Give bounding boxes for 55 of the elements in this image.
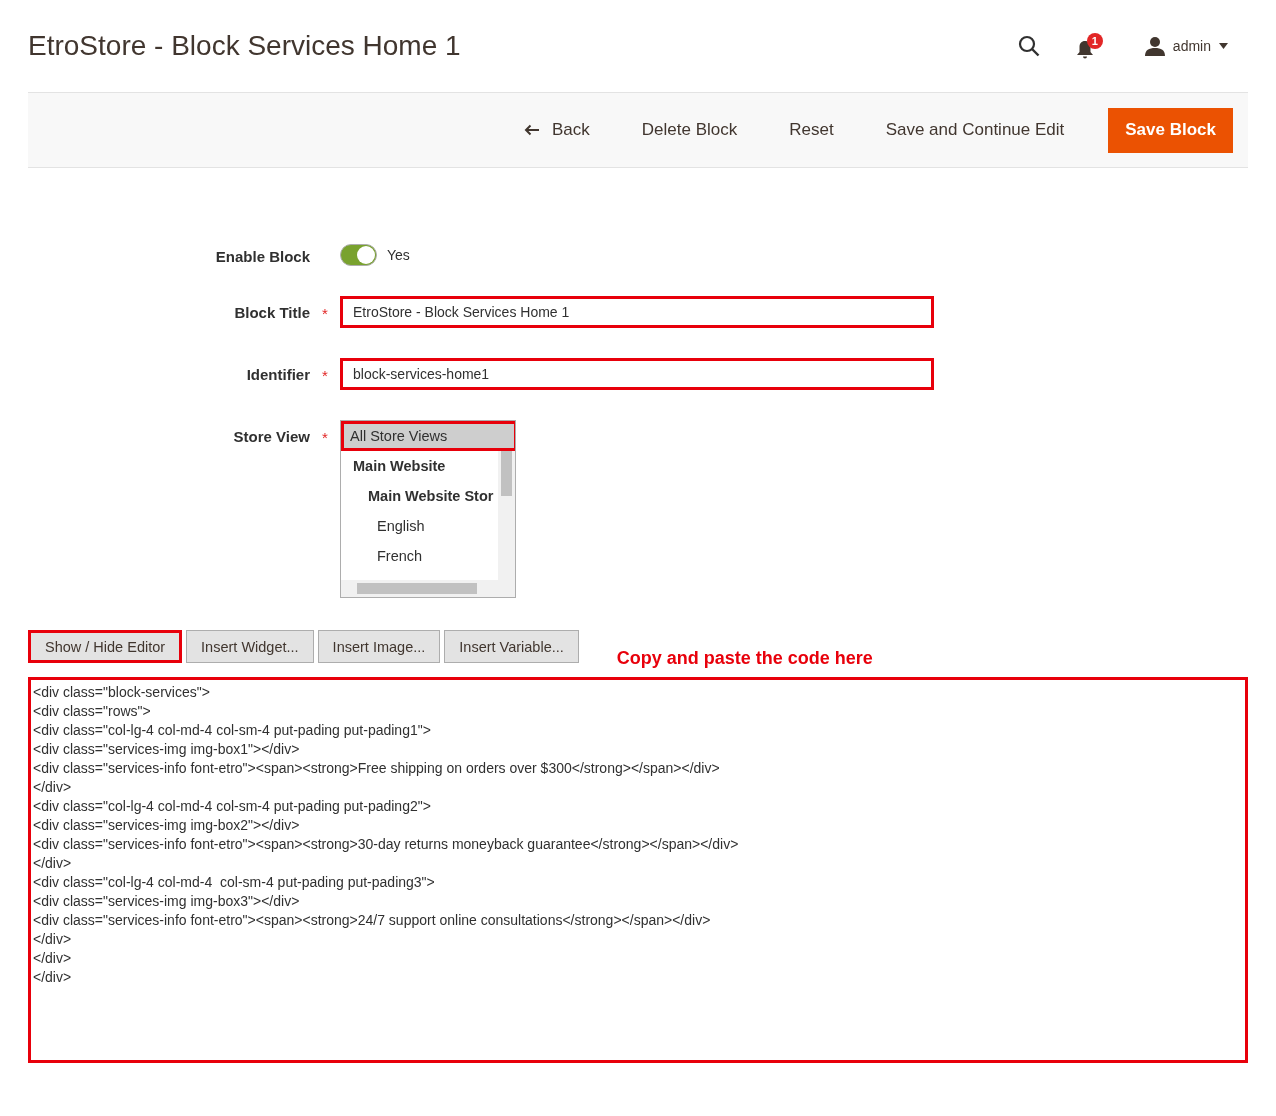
notification-count: 1 <box>1086 32 1103 49</box>
search-icon[interactable] <box>1017 35 1040 57</box>
code-line: <div class="col-lg-4 col-md-4 col-sm-4 put-pading put-pading3"> <box>33 873 436 892</box>
code-line: </div> <box>33 949 73 968</box>
notifications-button[interactable]: 1 <box>1075 32 1103 60</box>
editor-button[interactable]: Insert Variable... <box>444 630 579 663</box>
code-line: <div class="services-info font-etro"><span><strong>Free shipping on orders over $300</strong></span></div> <box>33 759 721 778</box>
action-button[interactable]: Save and Continue Edit <box>863 107 1087 153</box>
content-editor[interactable] <box>28 677 1248 1063</box>
code-line: </div> <box>33 778 73 797</box>
code-line: <div class="rows"> <box>33 702 152 721</box>
action-button[interactable]: Delete Block <box>619 107 760 153</box>
code-line: <div class="services-info font-etro"><span><strong>30-day returns moneyback guarantee</strong></span></div> <box>33 835 740 854</box>
store-view-option[interactable]: All Store Views <box>341 421 515 451</box>
code-line: <div class="services-img img-box2"></div> <box>33 816 301 835</box>
required-mark: * <box>321 428 329 446</box>
user-menu[interactable]: admin <box>1138 35 1234 57</box>
code-line: <div class="services-img img-box3"></div> <box>33 892 301 911</box>
code-line: </div> <box>33 854 73 873</box>
required-mark: * <box>321 304 329 322</box>
code-line: <div class="col-lg-4 col-md-4 col-sm-4 put-pading put-pading2"> <box>33 797 432 816</box>
code-line: <div class="services-info font-etro"><span><strong>24/7 support online consultations</strong></span></div> <box>33 911 712 930</box>
code-line: </div> <box>33 930 73 949</box>
toggle-value: Yes <box>387 247 410 263</box>
field-label: Identifier <box>245 365 310 383</box>
annotation-text: Copy and paste the code here <box>616 648 873 669</box>
editor-button[interactable]: Insert Image... <box>317 630 441 663</box>
required-mark: * <box>321 366 329 384</box>
field-label: Block Title <box>233 303 310 321</box>
scrollbar-thumb[interactable] <box>357 583 477 594</box>
caret-icon <box>1219 43 1228 49</box>
store-view-option[interactable]: English <box>341 511 499 541</box>
code-line: <div class="col-lg-4 col-md-4 col-sm-4 put-pading put-pading1"> <box>33 721 432 740</box>
arrow-left-icon <box>524 124 540 136</box>
back-button[interactable]: Back <box>502 107 612 153</box>
store-view-option[interactable]: Main Website Stor <box>341 481 499 511</box>
store-view-list[interactable]: All Store Views Main Website Main Website Stor English French <box>340 420 516 598</box>
block-title-field[interactable]: EtroStore - Block Services Home 1 <box>340 296 934 328</box>
identifier-field[interactable]: block-services-home1 <box>340 358 934 390</box>
editor-button[interactable]: Show / Hide Editor <box>28 630 183 663</box>
user-icon <box>1144 36 1165 56</box>
scrollbar-thumb[interactable] <box>501 451 512 496</box>
page-title: EtroStore - Block Services Home 1 <box>28 30 462 62</box>
enable-toggle[interactable] <box>340 244 377 266</box>
editor-button[interactable]: Insert Widget... <box>186 630 314 663</box>
action-button[interactable]: Reset <box>767 107 856 153</box>
code-line: </div> <box>33 968 73 987</box>
save-button[interactable]: Save Block <box>1108 107 1233 153</box>
code-line: <div class="services-img img-box1"></div> <box>33 740 301 759</box>
store-view-option[interactable]: Main Website <box>341 451 499 481</box>
field-label: Store View <box>232 427 310 445</box>
bell-icon <box>1075 39 1094 60</box>
store-view-option[interactable]: French <box>341 541 499 571</box>
field-label: Enable Block <box>214 247 310 265</box>
code-line: <div class="block-services"> <box>33 683 211 702</box>
